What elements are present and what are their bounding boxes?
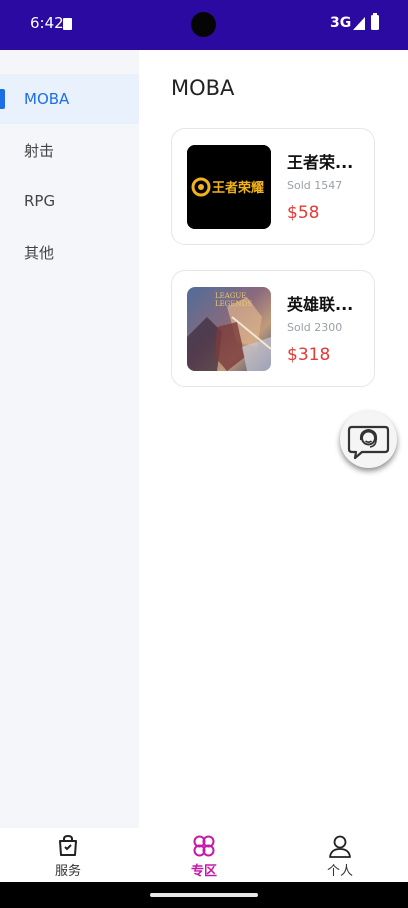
nav-item-zone[interactable]: 专区 [136, 828, 272, 882]
nav-item-profile[interactable]: 个人 [272, 828, 408, 882]
thumb-logo-text: LEAGUE [215, 292, 246, 300]
product-name: 英雄联... [287, 295, 354, 314]
home-gesture-handle[interactable] [150, 893, 258, 897]
thumb-logo-text: LEGENDS [215, 300, 252, 308]
product-sold-count: Sold 2300 [287, 321, 343, 334]
nav-label: 专区 [190, 864, 217, 879]
sidebar-item-label: RPG [24, 192, 56, 210]
sidebar-item-other[interactable]: 其他 [0, 227, 139, 277]
product-thumbnail: 王者荣耀 [187, 145, 271, 229]
league-of-legends-artwork: LEAGUE LEGENDS [187, 292, 271, 371]
signal-icon [353, 17, 365, 30]
sidebar-item-rpg[interactable]: RPG [0, 176, 139, 226]
bottom-navigation: 服务 专区 个人 [0, 828, 408, 882]
product-card-honor-of-kings[interactable]: 王者荣耀 王者荣... Sold 1547 $58 [171, 128, 375, 245]
sidebar-item-label: 射击 [24, 141, 55, 160]
status-bar: 6:42 3G [0, 0, 408, 50]
sidebar-item-label: 其他 [24, 243, 55, 262]
thumb-logo-text: 王者荣耀 [212, 180, 264, 196]
section-title: MOBA [171, 76, 235, 100]
shopping-bag-icon [59, 834, 77, 856]
sidebar-item-label: MOBA [24, 90, 70, 108]
nav-item-service[interactable]: 服务 [0, 828, 136, 882]
product-price: $318 [287, 345, 331, 365]
system-gesture-bar [0, 882, 408, 908]
product-name: 王者荣... [287, 153, 354, 172]
sidebar-item-shooter[interactable]: 射击 [0, 125, 139, 175]
nav-label: 服务 [54, 864, 81, 879]
network-type: 3G [330, 15, 352, 31]
category-sidebar: MOBA 射击 RPG 其他 [0, 50, 139, 828]
product-card-league-of-legends[interactable]: LEAGUE LEGENDS 英雄联... Sold 2300 $318 [171, 270, 375, 387]
product-price: $58 [287, 203, 320, 223]
product-sold-count: Sold 1547 [287, 179, 343, 192]
status-time: 6:42 [30, 14, 64, 32]
sim-card-icon [63, 18, 72, 30]
person-icon [329, 835, 351, 858]
nav-label: 个人 [326, 864, 353, 879]
honor-of-kings-logo: 王者荣耀 [187, 145, 271, 229]
customer-service-button[interactable] [340, 411, 397, 468]
customer-service-chat-icon [347, 425, 390, 460]
camera-cutout [191, 12, 216, 37]
clover-icon [193, 835, 215, 857]
sidebar-item-moba[interactable]: MOBA [0, 74, 139, 124]
product-thumbnail: LEAGUE LEGENDS [187, 287, 271, 371]
battery-icon [371, 13, 379, 30]
